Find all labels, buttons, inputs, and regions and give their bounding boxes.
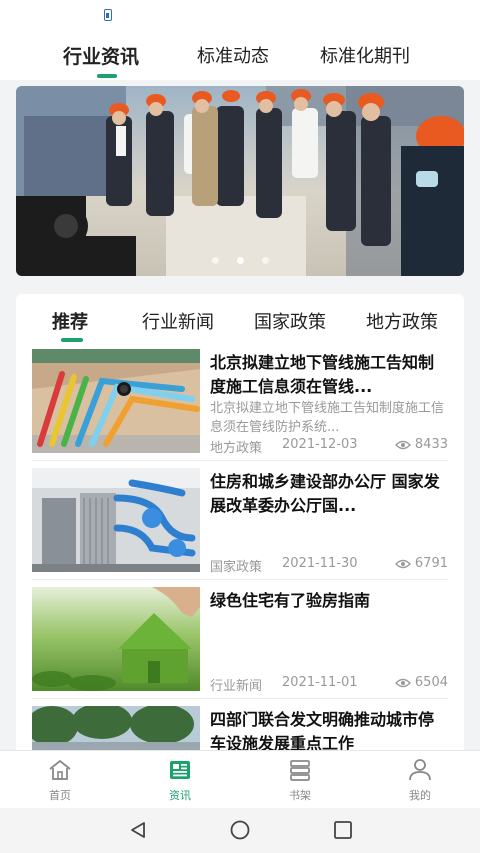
nav-profile[interactable]: 我的 xyxy=(380,757,460,803)
news-view-count: 8433 xyxy=(414,437,448,452)
carousel-dots xyxy=(16,249,464,268)
banner-carousel[interactable] xyxy=(16,86,464,276)
tab-industry-info[interactable]: 行业资讯 xyxy=(63,42,139,69)
carousel-dot-active[interactable] xyxy=(236,257,244,264)
news-views: 6504 xyxy=(394,675,448,690)
news-item[interactable]: 绿色住宅有了验房指南 行业新闻 2021-11-01 6504 xyxy=(32,587,448,699)
news-icon xyxy=(170,761,190,779)
top-tab-bar: 行业资讯 标准动态 标准化期刊 xyxy=(0,30,480,80)
news-view-count: 6791 xyxy=(414,556,448,571)
bottom-navigation: 首页 资讯 书架 我的 xyxy=(0,750,480,808)
carousel-dot[interactable] xyxy=(211,257,219,264)
divider xyxy=(32,460,448,461)
tab-standard-news[interactable]: 标准动态 xyxy=(197,42,269,68)
news-thumbnail xyxy=(32,349,200,453)
divider xyxy=(32,579,448,580)
nav-news-label: 资讯 xyxy=(169,789,191,802)
news-thumbnail xyxy=(32,587,200,691)
system-navigation-bar xyxy=(0,808,480,853)
news-meta: 国家政策 2021-11-30 6791 xyxy=(210,554,448,575)
news-views: 6791 xyxy=(394,556,448,571)
nav-home[interactable]: 首页 xyxy=(20,757,100,803)
status-bar xyxy=(0,0,480,30)
nav-bookshelf[interactable]: 书架 xyxy=(260,757,340,803)
nav-home-label: 首页 xyxy=(49,789,71,802)
profile-icon xyxy=(409,759,431,781)
news-item[interactable]: 住房和城乡建设部办公厅 国家发展改革委办公厅国... 国家政策 2021-11-… xyxy=(32,468,448,580)
news-category: 地方政策 xyxy=(210,441,263,456)
news-thumbnail xyxy=(32,468,200,572)
subtab-local-policy[interactable]: 地方政策 xyxy=(366,308,438,334)
news-category: 行业新闻 xyxy=(210,679,263,694)
eye-icon xyxy=(394,678,411,688)
news-view-count: 6504 xyxy=(414,675,448,690)
news-meta: 行业新闻 2021-11-01 6504 xyxy=(210,673,448,694)
news-item[interactable]: 北京拟建立地下管线施工告知制度施工信息须在管线... 北京拟建立地下管线施工告知… xyxy=(32,349,448,461)
home-icon xyxy=(49,760,71,780)
subtab-national-policy[interactable]: 国家政策 xyxy=(254,308,326,334)
nav-news[interactable]: 资讯 xyxy=(140,757,220,803)
news-title: 四部门联合发文明确推动城市停车设施发展重点工作 xyxy=(210,710,435,753)
nav-bookshelf-label: 书架 xyxy=(289,789,311,802)
banner-image xyxy=(16,86,464,276)
news-title: 北京拟建立地下管线施工告知制度施工信息须在管线... xyxy=(210,353,435,396)
recents-icon[interactable] xyxy=(333,820,353,840)
news-category: 国家政策 xyxy=(210,560,263,575)
back-icon[interactable] xyxy=(128,820,148,840)
news-summary: 北京拟建立地下管线施工告知制度施工信息须在管线防护系统... xyxy=(210,401,445,435)
eye-icon xyxy=(394,440,411,450)
eye-icon xyxy=(394,559,411,569)
active-tab-indicator xyxy=(97,74,117,78)
news-date: 2021-11-30 xyxy=(282,556,358,571)
home-circle-icon[interactable] xyxy=(229,820,251,840)
subtab-industry-news[interactable]: 行业新闻 xyxy=(142,308,214,334)
battery-icon xyxy=(104,9,112,21)
news-date: 2021-12-03 xyxy=(282,437,358,452)
active-subtab-indicator xyxy=(61,338,83,342)
news-date: 2021-11-01 xyxy=(282,675,358,690)
tab-standard-journal[interactable]: 标准化期刊 xyxy=(320,42,410,68)
nav-profile-label: 我的 xyxy=(409,789,431,802)
news-feed: 推荐 行业新闻 国家政策 地方政策 北京拟建立地下管线施工告知制度施工信息须在管… xyxy=(16,294,464,764)
divider xyxy=(32,698,448,699)
subtab-recommended[interactable]: 推荐 xyxy=(52,308,88,334)
news-views: 8433 xyxy=(394,437,448,452)
news-meta: 地方政策 2021-12-03 8433 xyxy=(210,435,448,456)
bookshelf-icon xyxy=(290,760,310,781)
news-title: 住房和城乡建设部办公厅 国家发展改革委办公厅国... xyxy=(210,472,440,515)
carousel-dot[interactable] xyxy=(261,257,269,264)
news-title: 绿色住宅有了验房指南 xyxy=(210,591,371,610)
